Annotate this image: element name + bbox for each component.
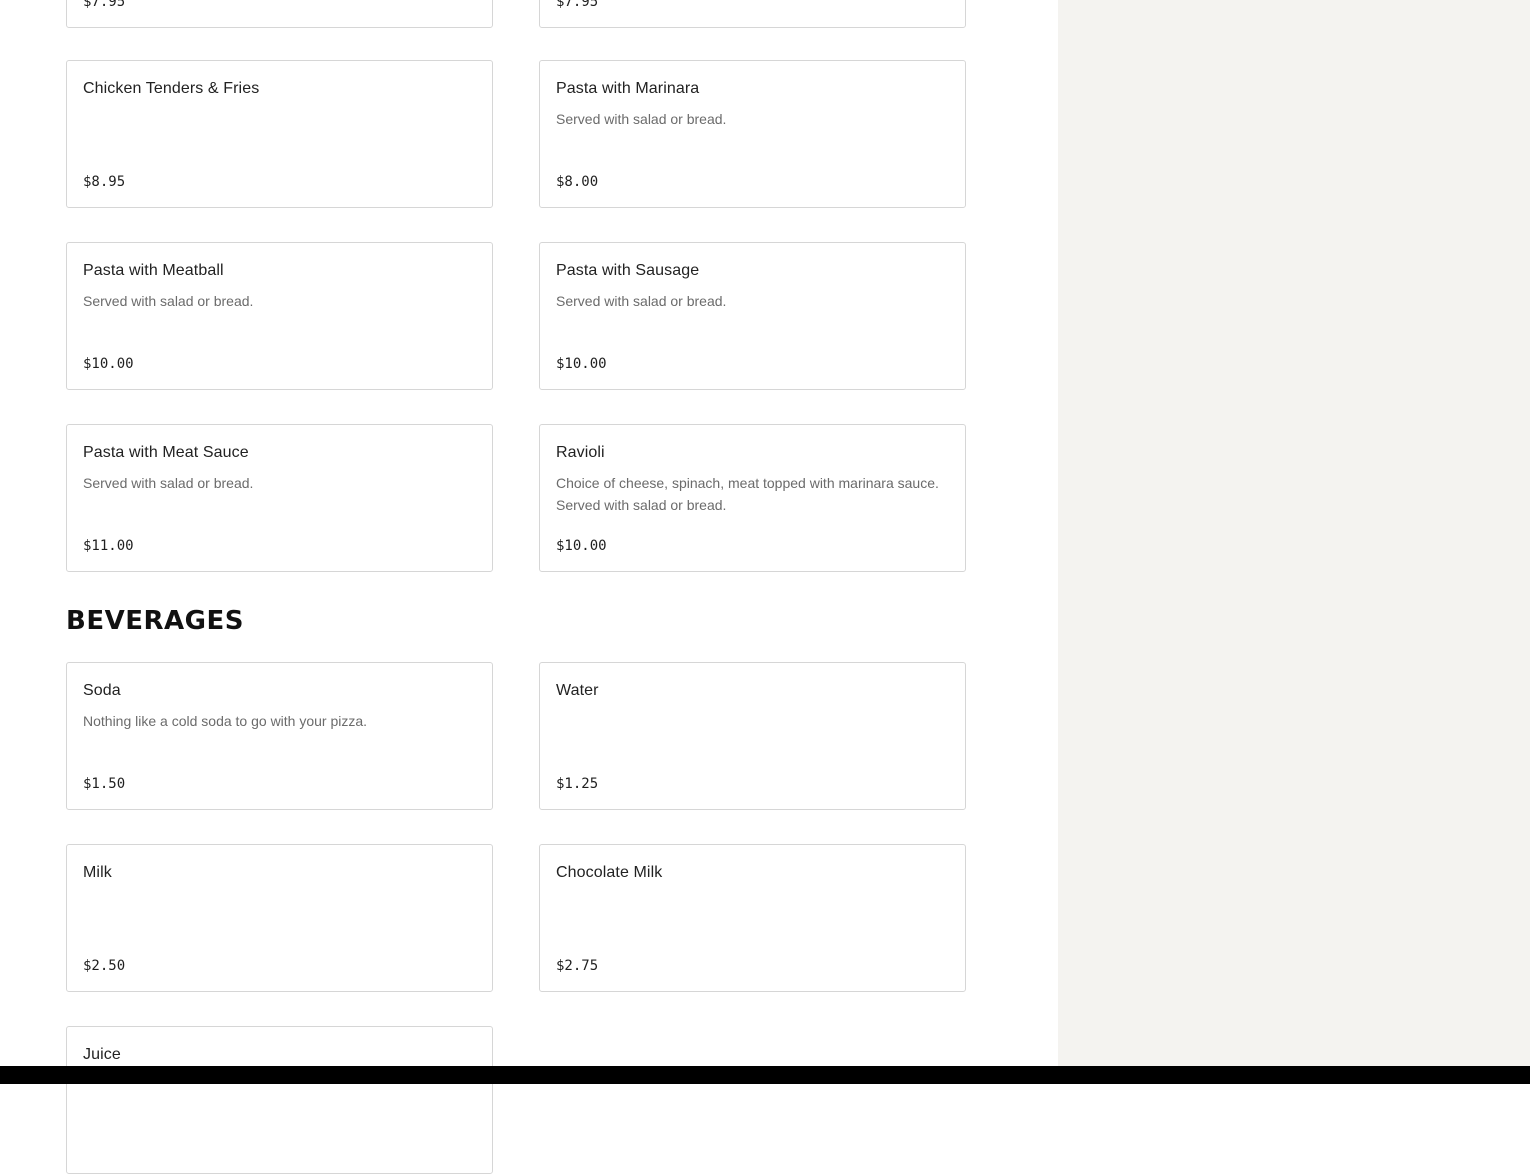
item-name: Ravioli (556, 444, 605, 461)
menu-item-pasta-meatball[interactable]: Pasta with Meatball Served with salad or… (66, 242, 493, 390)
item-price: $8.95 (83, 174, 126, 190)
item-name: Juice (83, 1046, 121, 1063)
menu-item-soda[interactable]: Soda Nothing like a cold soda to go with… (66, 662, 493, 810)
item-description: Nothing like a cold soda to go with your… (83, 713, 368, 729)
item-price: $1.25 (556, 776, 599, 792)
section-heading-beverages: BEVERAGES (66, 606, 244, 636)
item-price: $1.50 (83, 776, 126, 792)
item-name: Soda (83, 682, 121, 699)
item-price: $10.00 (556, 356, 607, 372)
item-price: $10.00 (83, 356, 134, 372)
menu-item-ravioli[interactable]: Ravioli Choice of cheese, spinach, meat … (539, 424, 966, 572)
item-description: Served with salad or bread. (556, 293, 727, 309)
bottom-bar (0, 1066, 1530, 1084)
item-name: Water (556, 682, 599, 699)
item-price: $8.00 (556, 174, 599, 190)
item-name: Chocolate Milk (556, 864, 663, 881)
menu-item-chicken-tenders[interactable]: Chicken Tenders & Fries $8.95 (66, 60, 493, 208)
item-name: Chicken Tenders & Fries (83, 80, 260, 97)
item-name: Milk (83, 864, 112, 881)
menu-main-area: $7.95 $7.95 Chicken Tenders & Fries $8.9… (0, 0, 1058, 1174)
order-sidebar (1058, 0, 1530, 1084)
item-name: Pasta with Meat Sauce (83, 444, 249, 461)
item-description: Served with salad or bread. (556, 111, 727, 127)
menu-item-water[interactable]: Water $1.25 (539, 662, 966, 810)
item-price: $2.75 (556, 958, 599, 974)
item-description: Served with salad or bread. (83, 293, 254, 309)
item-price: $2.50 (83, 958, 126, 974)
item-name: Pasta with Sausage (556, 262, 700, 279)
item-name: Pasta with Marinara (556, 80, 700, 97)
menu-item-pasta-sausage[interactable]: Pasta with Sausage Served with salad or … (539, 242, 966, 390)
item-name: Pasta with Meatball (83, 262, 224, 279)
item-price: $7.95 (83, 0, 126, 10)
menu-item-chocolate-milk[interactable]: Chocolate Milk $2.75 (539, 844, 966, 992)
item-price: $11.00 (83, 538, 134, 554)
menu-item-pasta-meat-sauce[interactable]: Pasta with Meat Sauce Served with salad … (66, 424, 493, 572)
item-price: $10.00 (556, 538, 607, 554)
menu-item-pasta-marinara[interactable]: Pasta with Marinara Served with salad or… (539, 60, 966, 208)
menu-item-card[interactable]: $7.95 (539, 0, 966, 28)
menu-item-card[interactable]: $7.95 (66, 0, 493, 28)
item-price: $7.95 (556, 0, 599, 10)
menu-item-milk[interactable]: Milk $2.50 (66, 844, 493, 992)
menu-item-juice[interactable]: Juice (66, 1026, 493, 1174)
item-description: Served with salad or bread. (83, 475, 254, 491)
item-description: Choice of cheese, spinach, meat topped w… (556, 475, 939, 513)
